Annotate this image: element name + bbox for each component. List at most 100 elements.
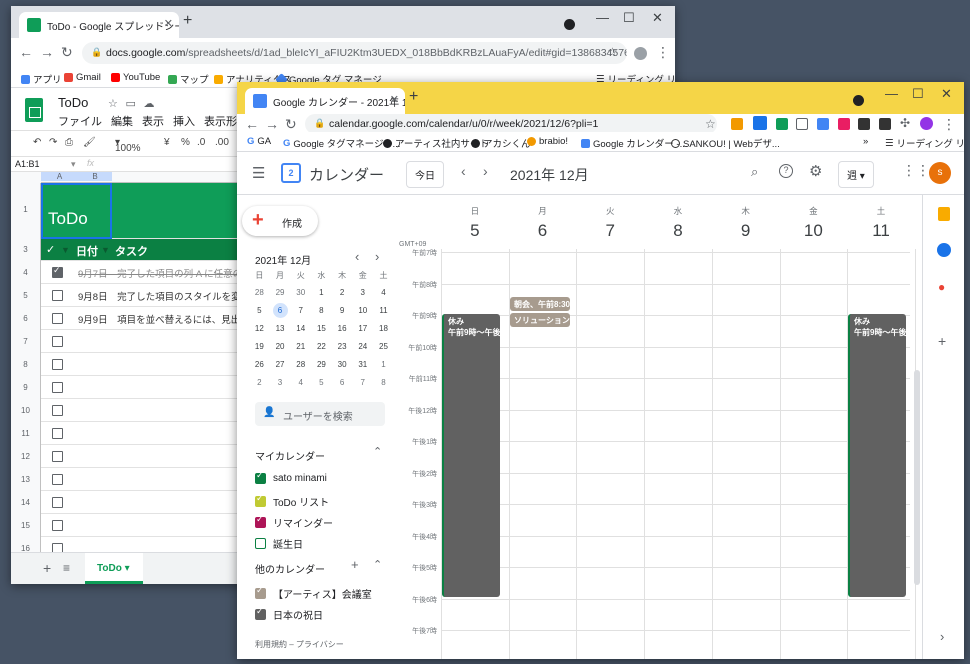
row-checkbox[interactable] <box>52 451 63 462</box>
maximize-icon[interactable]: ☐ <box>912 86 924 102</box>
back-icon[interactable]: ← <box>245 116 259 132</box>
calendar-item[interactable]: 日本の祝日 <box>255 606 323 622</box>
bookmark-gmail[interactable]: Gmail <box>64 72 101 83</box>
extension-icon[interactable] <box>731 118 743 130</box>
mini-day[interactable]: 6 <box>270 301 291 319</box>
extension-an-icon[interactable] <box>879 118 891 130</box>
user-search-field[interactable]: 👤 ユーザーを検索 <box>255 402 385 426</box>
extension-css-icon[interactable] <box>858 118 870 130</box>
footer-links[interactable]: 利用規約 – プライバシー <box>255 639 344 650</box>
menu-edit[interactable]: 編集 <box>111 113 133 129</box>
extension-check-icon[interactable] <box>776 118 788 130</box>
decrease-decimal-button[interactable]: .0 <box>197 137 205 148</box>
calendar-item[interactable]: ToDo リスト <box>255 493 329 509</box>
bookmark-star-icon[interactable]: ☆ <box>607 45 618 59</box>
menu-file[interactable]: ファイル <box>58 113 102 129</box>
day-header[interactable]: 日5 <box>441 195 509 241</box>
calendar-item[interactable]: リマインダー <box>255 514 333 530</box>
select-all-corner[interactable] <box>11 172 41 183</box>
day-header[interactable]: 水8 <box>644 195 712 241</box>
avatar[interactable] <box>634 47 647 60</box>
mini-day[interactable]: 14 <box>290 319 311 337</box>
row-header[interactable]: 10 <box>11 399 41 422</box>
mini-day[interactable]: 28 <box>290 355 311 373</box>
mini-day[interactable]: 30 <box>332 355 353 373</box>
expand-panel-icon[interactable]: › <box>940 629 944 644</box>
bookmark-sankou[interactable]: SANKOU! | Webデザ... <box>671 136 780 150</box>
event-saturday-off[interactable]: 休み 午前9時～午後6時 <box>848 314 906 597</box>
mini-day[interactable]: 7 <box>290 301 311 319</box>
row-header[interactable]: 8 <box>11 353 41 376</box>
prev-week-icon[interactable]: ‹ <box>461 163 466 179</box>
bookmark-ga[interactable]: G GA <box>247 136 271 147</box>
name-box[interactable]: A1:B1 <box>15 159 40 169</box>
filter-icon[interactable]: ▼ <box>61 245 70 255</box>
print-icon[interactable]: ⎙ <box>65 137 73 148</box>
task-text[interactable]: 9月8日 完了した項目のスタイルを変更... <box>78 289 258 303</box>
day-header[interactable]: 火7 <box>576 195 644 241</box>
row-header[interactable]: 4 <box>11 261 41 284</box>
extension-pink-icon[interactable] <box>838 118 850 130</box>
row-header[interactable]: 11 <box>11 422 41 445</box>
mini-prev-icon[interactable]: ‹ <box>355 249 359 264</box>
undo-icon[interactable]: ↶ <box>33 137 41 148</box>
mini-day[interactable]: 9 <box>332 301 353 319</box>
mini-day[interactable]: 6 <box>332 373 353 391</box>
time-grid[interactable]: 午前7時 午前8時 午前9時 午前10時 午前11時 午後12時 午後1時 午後2時 午後3時午… <box>397 249 922 659</box>
day-header[interactable]: 月6 <box>509 195 577 241</box>
mini-day[interactable]: 2 <box>332 283 353 301</box>
column-header-a[interactable]: A <box>41 172 78 181</box>
doc-title[interactable]: ToDo ☆ ▭ ☁ <box>58 95 155 110</box>
extension-new-icon[interactable] <box>753 116 767 130</box>
row-header[interactable]: 7 <box>11 330 41 353</box>
menu-kebab-icon[interactable]: ⋮ <box>942 116 956 133</box>
paint-format-icon[interactable]: 🖌 <box>83 137 96 148</box>
new-tab-icon[interactable]: + <box>183 12 192 30</box>
row-checkbox[interactable] <box>52 497 63 508</box>
row-header[interactable]: 13 <box>11 468 41 491</box>
column-header-b[interactable]: B <box>78 172 112 181</box>
minimize-icon[interactable]: — <box>596 10 609 25</box>
menu-view[interactable]: 表示 <box>142 113 164 129</box>
forward-icon[interactable]: → <box>40 44 54 60</box>
row-header[interactable]: 6 <box>11 307 41 330</box>
close-tab-icon[interactable]: ✕ <box>164 17 173 30</box>
mini-day[interactable]: 5 <box>311 373 332 391</box>
mini-day[interactable]: 5 <box>249 301 270 319</box>
task-text[interactable]: 9月9日 項目を並べ替えるには、見出し... <box>78 312 258 326</box>
extension-blue-icon[interactable] <box>817 118 829 130</box>
bookmark-youtube[interactable]: YouTube <box>111 72 160 83</box>
calendar-checkbox[interactable] <box>255 606 266 620</box>
row-header[interactable]: 9 <box>11 376 41 399</box>
task-text[interactable]: 9月7日 完了した項目の列 A に任意の文... <box>78 266 260 280</box>
mini-day[interactable]: 2 <box>249 373 270 391</box>
profile-dot-icon[interactable] <box>853 95 864 106</box>
other-calendars-title[interactable]: 他のカレンダー <box>255 561 325 576</box>
row-checkbox[interactable] <box>52 520 63 531</box>
next-week-icon[interactable]: › <box>483 163 488 179</box>
row-checkbox[interactable] <box>52 474 63 485</box>
maximize-icon[interactable]: ☐ <box>623 10 635 26</box>
reload-icon[interactable]: ↻ <box>61 44 73 61</box>
row-checkbox[interactable] <box>52 428 63 439</box>
reading-list[interactable]: ☰リーディング リスト <box>885 136 964 151</box>
row-checkbox[interactable] <box>52 359 63 370</box>
bookmarks-overflow[interactable]: » <box>863 136 868 147</box>
chevron-down-icon[interactable]: ▾ <box>71 159 76 170</box>
bookmark-star-icon[interactable]: ☆ <box>705 117 716 131</box>
view-select[interactable]: 週 ▾ <box>838 161 874 188</box>
row-checkbox[interactable] <box>52 382 63 393</box>
close-window-icon[interactable]: ✕ <box>652 10 663 26</box>
redo-icon[interactable]: ↷ <box>49 137 57 148</box>
calendar-checkbox[interactable] <box>255 538 266 549</box>
extension-screen-icon[interactable] <box>796 118 808 130</box>
chevron-up-icon[interactable]: ⌃ <box>373 445 382 458</box>
main-menu-icon[interactable]: ☰ <box>252 164 265 182</box>
calendar-item[interactable]: 【アーティス】会議室 <box>255 585 372 601</box>
keep-icon[interactable] <box>938 207 950 221</box>
mini-day[interactable]: 1 <box>373 355 394 373</box>
mini-day[interactable]: 8 <box>373 373 394 391</box>
tasks-icon[interactable] <box>937 243 951 257</box>
calendar-checkbox[interactable] <box>255 493 266 507</box>
help-icon[interactable]: ? <box>779 164 793 178</box>
